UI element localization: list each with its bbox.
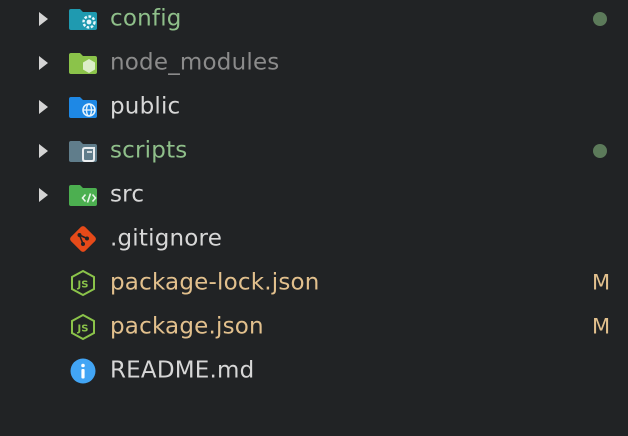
tree-item-label: README.md	[110, 357, 255, 384]
git-status-badge: M	[592, 314, 611, 339]
file-explorer: config node_modules public scripts src .…	[0, 0, 628, 436]
modified-indicator-dot	[593, 144, 607, 158]
tree-item-label: package-lock.json	[110, 269, 320, 296]
tree-item-config[interactable]: config	[0, 0, 628, 41]
tree-item-src[interactable]: src	[0, 173, 628, 217]
chevron-right-icon[interactable]	[39, 188, 48, 202]
tree-item-label: src	[110, 181, 145, 208]
tree-item-node-modules[interactable]: node_modules	[0, 41, 628, 85]
tree-item-label: scripts	[110, 137, 188, 164]
nodejs-icon: JS	[68, 312, 98, 342]
folder-config-icon	[68, 4, 98, 34]
tree-item-gitignore[interactable]: .gitignore	[0, 217, 628, 261]
git-icon	[68, 224, 98, 254]
info-icon	[68, 356, 98, 386]
chevron-right-icon[interactable]	[39, 144, 48, 158]
folder-src-icon	[68, 180, 98, 210]
tree-item-readme-md[interactable]: README.md	[0, 349, 628, 393]
chevron-right-icon[interactable]	[39, 56, 48, 70]
svg-text:JS: JS	[77, 324, 89, 335]
tree-item-label: .gitignore	[110, 225, 223, 252]
tree-item-label: package.json	[110, 313, 264, 340]
folder-public-icon	[68, 92, 98, 122]
chevron-right-icon[interactable]	[39, 12, 48, 26]
tree-item-package-json[interactable]: JS package.json M	[0, 305, 628, 349]
tree-item-public[interactable]: public	[0, 85, 628, 129]
tree-item-label: config	[110, 5, 182, 32]
svg-text:JS: JS	[77, 280, 89, 291]
folder-scripts-icon	[68, 136, 98, 166]
tree-item-label: node_modules	[110, 49, 280, 76]
tree-item-label: public	[110, 93, 181, 120]
chevron-right-icon[interactable]	[39, 100, 48, 114]
modified-indicator-dot	[593, 12, 607, 26]
git-status-badge: M	[592, 270, 611, 295]
nodejs-icon: JS	[68, 268, 98, 298]
folder-node-icon	[68, 48, 98, 78]
tree-item-scripts[interactable]: scripts	[0, 129, 628, 173]
tree-item-package-lock-json[interactable]: JS package-lock.json M	[0, 261, 628, 305]
